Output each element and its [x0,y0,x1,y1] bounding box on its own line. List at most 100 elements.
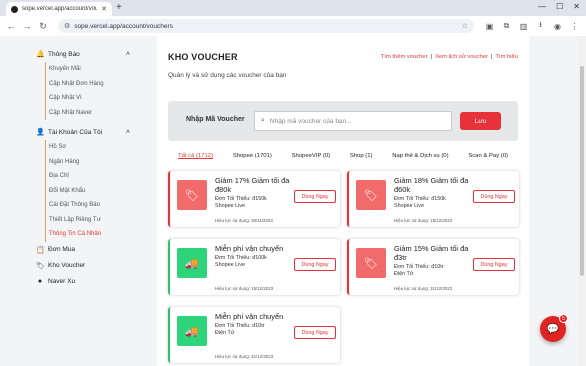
voucher-code-label: Nhập Mã Voucher [186,116,245,123]
tab-shopee[interactable]: Shopee (1701) [233,153,272,159]
voucher-card: 🏷 Giảm 18% Giảm tối đa đ60k Đơn Tối Thiể… [347,171,519,227]
new-tab-button[interactable]: + [116,2,122,14]
ticket-icon: 🏷 [36,262,45,270]
voucher-min-order: Đơn Tối Thiểu: đ10tr [394,264,444,270]
chat-unread-badge: 5 [559,314,568,323]
voucher-expiry: Hiệu lực sử dụng: 15/12/2023 [215,286,274,291]
tab-scan-pay[interactable]: Scan & Pay (0) [468,153,508,159]
save-button[interactable]: Lưu [460,112,501,130]
voucher-category: Shopee Live [394,203,424,209]
voucher-min-order: Đơn Tối Thiểu: đ100k [215,255,267,261]
maximize-button[interactable]: ☐ [556,2,563,11]
sidebar-section-coins[interactable]: ● Naver Xu [28,274,136,290]
page-title: KHO VOUCHER [168,52,238,62]
voucher-category: Điện Tử [215,330,235,336]
truck-icon: 🚚 [177,316,207,346]
sidebar-item-naver-updates[interactable]: Cập Nhật Naver [49,106,136,121]
bell-icon: 🔔 [36,51,45,58]
extensions-puzzle-icon[interactable]: ⧉ [501,21,512,31]
sidebar-section-label: Thông Báo [48,50,80,58]
close-window-button[interactable]: ✕ [573,2,580,11]
chevron-up-icon[interactable]: ˄ [126,129,130,136]
learn-more-link[interactable]: Tìm hiểu [495,54,518,60]
tab-all[interactable]: Tất cả (1712) [178,153,213,159]
user-icon: 👤 [36,129,45,136]
sidebar-item-change-password[interactable]: Đổi Mật Khẩu [49,184,136,199]
tag-icon: 🏷 [356,180,386,210]
tag-icon: 🏷 [356,248,386,278]
sidebar-section-vouchers[interactable]: 🏷 Kho Voucher [28,258,136,274]
browser-tab[interactable]: sope.vercel.app/account/vouch ✕ [6,2,112,16]
browser-tabstrip: sope.vercel.app/account/vouch ✕ + — ☐ ✕ [0,0,586,16]
forward-icon[interactable]: → [22,21,32,31]
sidebar: 🔔 Thông Báo ˄ Khuyến Mãi Cập Nhật Đơn Hà… [28,36,136,366]
sidebar-item-profile[interactable]: Hồ Sơ [49,140,136,155]
sidepanel-icon[interactable]: ▥ [518,22,529,31]
back-icon[interactable]: ← [6,21,16,31]
minimize-button[interactable]: — [538,2,546,11]
sidebar-item-personal-info[interactable]: Thông Tin Cá Nhân [49,227,136,242]
voucher-name: Giảm 18% Giảm tối đa đ60k [394,176,469,194]
top-links: Tìm thêm voucher | Xem lịch sử voucher |… [381,54,518,60]
sidebar-section-orders[interactable]: 📋 Đơn Mua [28,242,136,258]
use-now-button[interactable]: Dùng Ngay [294,190,336,203]
sidebar-section-notifications[interactable]: 🔔 Thông Báo ˄ [28,46,136,62]
voucher-tabs: Tất cả (1712) Shopee (1701) ShopeeVIP (0… [168,153,518,159]
tab-shopeevip[interactable]: ShopeeVIP (0) [292,153,331,159]
favicon-icon [11,5,18,13]
sidebar-item-notification-settings[interactable]: Cài Đặt Thông Báo [49,198,136,213]
voucher-min-order: Đơn Tối Thiểu: đ150k [394,196,446,202]
sidebar-section-label: Naver Xu [48,278,76,285]
download-icon[interactable]: ⭳ [535,19,546,33]
voucher-name: Miễn phí vận chuyển [215,244,284,253]
voucher-code-placeholder: Nhập mã voucher của bạn... [269,117,352,125]
sidebar-item-privacy[interactable]: Thiết Lập Riêng Tư [49,213,136,228]
use-now-button[interactable]: Dùng Ngay [473,190,515,203]
search-icon: ⌕ [261,117,265,124]
menu-icon[interactable]: ⋮ [569,22,580,31]
use-now-button[interactable]: Dùng Ngay [473,258,515,271]
voucher-name: Miễn phí vận chuyển [215,312,284,321]
reload-icon[interactable]: ↻ [38,21,48,32]
voucher-card: 🚚 Miễn phí vận chuyển Đơn Tối Thiểu: đ10… [168,307,340,363]
extension-icon[interactable]: ▣ [484,22,495,31]
coin-icon: ● [37,278,43,285]
voucher-code-input[interactable]: ⌕ Nhập mã voucher của bạn... [254,111,452,131]
tab-topup-services[interactable]: Nạp thẻ & Dịch vụ (0) [392,153,448,159]
sidebar-section-label: Tài Khoản Của Tôi [48,128,103,136]
link-separator: | [430,54,433,60]
sidebar-item-wallet-updates[interactable]: Cập Nhật Ví [49,91,136,106]
address-bar[interactable]: ⚙ sope.vercel.app/account/vouchers ☆ [58,19,474,33]
use-now-button[interactable]: Dùng Ngay [294,326,336,339]
page-subtitle: Quản lý và sử dụng các voucher của bạn [168,72,287,79]
page: 🔔 Thông Báo ˄ Khuyến Mãi Cập Nhật Đơn Hà… [0,36,586,366]
chat-icon: 💬 [546,323,560,335]
close-tab-icon[interactable]: ✕ [101,5,107,13]
use-now-button[interactable]: Dùng Ngay [294,258,336,271]
sidebar-item-address[interactable]: Địa Chỉ [49,169,136,184]
voucher-code-box: Nhập Mã Voucher ⌕ Nhập mã voucher của bạ… [168,101,518,141]
scrollbar-thumb[interactable] [580,66,584,276]
sidebar-item-promotions[interactable]: Khuyến Mãi [49,62,136,77]
chat-button[interactable]: 💬 5 [540,314,568,342]
browser-toolbar: ← → ↻ ⚙ sope.vercel.app/account/vouchers… [0,16,586,36]
sidebar-section-account[interactable]: 👤 Tài Khoản Của Tôi ˄ [28,124,136,140]
tag-icon: 🏷 [177,180,207,210]
bookmark-star-icon[interactable]: ☆ [462,22,468,30]
tab-title: sope.vercel.app/account/vouch [22,6,98,12]
sidebar-item-order-updates[interactable]: Cập Nhật Đơn Hàng [49,77,136,92]
voucher-category: Shopee Live [215,203,245,209]
clipboard-icon: 📋 [36,246,45,254]
site-info-icon[interactable]: ⚙ [64,22,70,30]
voucher-history-link[interactable]: Xem lịch sử voucher [435,54,488,60]
sidebar-submenu-account: Hồ Sơ Ngân Hàng Địa Chỉ Đổi Mật Khẩu Cài… [45,140,136,242]
page-scrollbar[interactable] [578,36,586,366]
truck-icon: 🚚 [177,248,207,278]
tab-shop[interactable]: Shop (1) [350,153,373,159]
voucher-card: 🏷 Giảm 15% Giảm tối đa đ3tr Đơn Tối Thiể… [347,239,519,295]
sidebar-section-label: Đơn Mua [48,246,76,253]
profile-icon[interactable]: ◉ [552,22,563,31]
chevron-up-icon[interactable]: ˄ [126,51,130,58]
find-more-vouchers-link[interactable]: Tìm thêm voucher [381,54,428,60]
sidebar-item-bank[interactable]: Ngân Hàng [49,155,136,170]
